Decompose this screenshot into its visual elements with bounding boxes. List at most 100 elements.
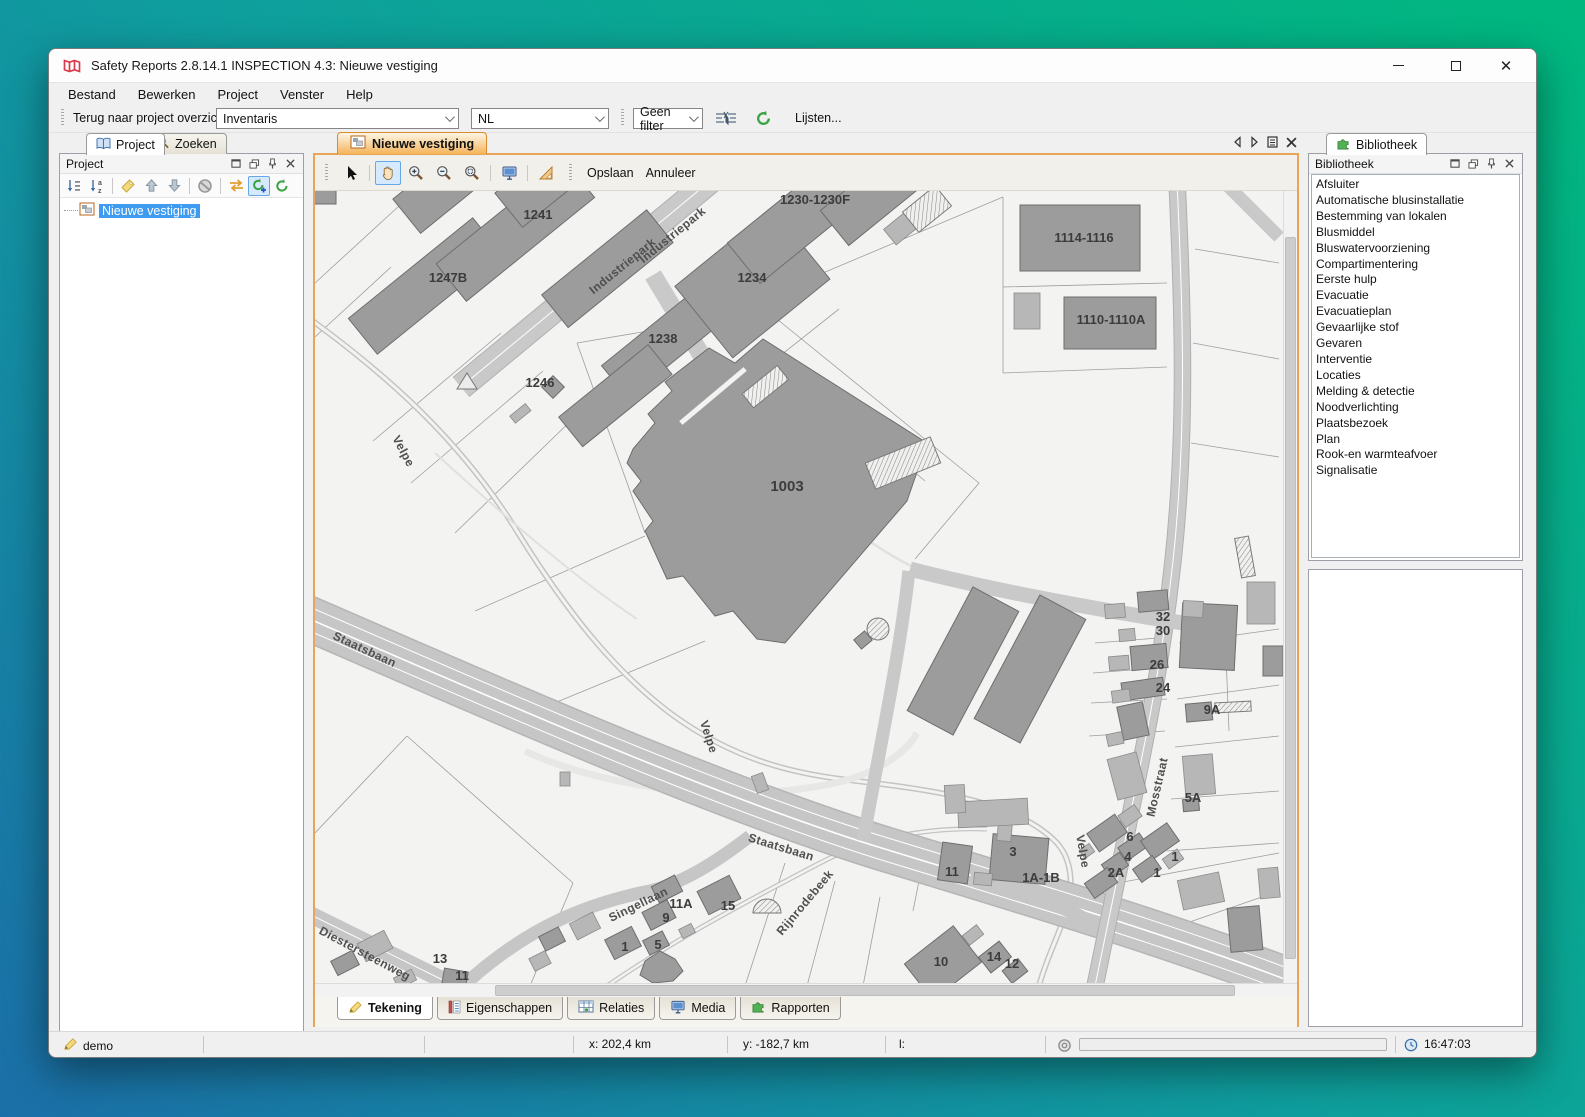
- library-item[interactable]: Signalisatie: [1316, 463, 1519, 479]
- library-item[interactable]: Locaties: [1316, 368, 1519, 384]
- prev-tab-icon[interactable]: [1233, 136, 1242, 148]
- tab-bibliotheek[interactable]: Bibliotheek: [1326, 133, 1427, 155]
- scrollbar-thumb[interactable]: [495, 985, 1235, 996]
- toolbar-grip[interactable]: [569, 164, 572, 182]
- separator: [112, 178, 113, 194]
- toolbar-grip[interactable]: [621, 109, 624, 127]
- library-item[interactable]: Afsluiter: [1316, 177, 1519, 193]
- filter-icon[interactable]: [715, 110, 737, 126]
- library-item[interactable]: Bluswatervoorziening: [1316, 241, 1519, 257]
- locate-icon[interactable]: [1057, 1038, 1072, 1056]
- close-tab-icon[interactable]: [1286, 137, 1297, 148]
- separator: [369, 165, 370, 181]
- move-up-icon[interactable]: [140, 176, 162, 196]
- tag-icon[interactable]: [117, 176, 139, 196]
- scrollbar-thumb[interactable]: [1285, 237, 1296, 959]
- panel-pin-icon[interactable]: [263, 156, 281, 172]
- refresh-add-icon[interactable]: [248, 176, 270, 196]
- language-select[interactable]: NL: [471, 108, 609, 129]
- vertical-scrollbar[interactable]: [1283, 191, 1297, 983]
- horizontal-scrollbar[interactable]: [315, 983, 1297, 997]
- menu-item-bewerken[interactable]: Bewerken: [127, 87, 207, 102]
- x-coordinate: x: 202,4 km: [589, 1037, 651, 1051]
- panel-title: Bibliotheek: [1315, 157, 1374, 171]
- separator: [189, 178, 190, 194]
- library-item[interactable]: Evacuatieplan: [1316, 304, 1519, 320]
- bottom-tab-relaties[interactable]: Relaties: [567, 997, 655, 1020]
- zoom-out-icon[interactable]: [431, 161, 457, 185]
- library-item[interactable]: Compartimentering: [1316, 257, 1519, 273]
- user-status: demo: [63, 1037, 113, 1054]
- separator: [490, 165, 491, 181]
- menu-item-venster[interactable]: Venster: [269, 87, 335, 102]
- block-icon[interactable]: [194, 176, 216, 196]
- app-window: Safety Reports 2.8.14.1 INSPECTION 4.3: …: [48, 48, 1537, 1058]
- swap-icon[interactable]: [225, 176, 247, 196]
- toolbar-grip[interactable]: [61, 109, 64, 127]
- library-item[interactable]: Gevaarlijke stof: [1316, 320, 1519, 336]
- set-square-icon[interactable]: [533, 161, 559, 185]
- minimize-button[interactable]: [1381, 49, 1415, 82]
- bottom-tab-label: Eigenschappen: [466, 1001, 552, 1015]
- save-button[interactable]: Opslaan: [582, 166, 639, 180]
- library-item[interactable]: Gevaren: [1316, 336, 1519, 352]
- refresh-icon[interactable]: [755, 110, 772, 127]
- bottom-tab-rapporten[interactable]: Rapporten: [740, 997, 840, 1020]
- panel-maximize-icon[interactable]: [227, 156, 245, 172]
- tab-list-icon[interactable]: [1267, 136, 1278, 148]
- panel-restore-icon[interactable]: [245, 156, 263, 172]
- map-canvas[interactable]: 12411247B1238123412461230-1230F1114-1116…: [315, 191, 1283, 983]
- menu-item-help[interactable]: Help: [335, 87, 384, 102]
- library-item[interactable]: Plaatsbezoek: [1316, 416, 1519, 432]
- bottom-tab-tekening[interactable]: Tekening: [337, 997, 433, 1020]
- building-label: 1238: [649, 331, 678, 346]
- project-panel-header: Project: [60, 154, 303, 174]
- sort-order-icon[interactable]: [63, 176, 85, 196]
- menu-item-project[interactable]: Project: [207, 87, 269, 102]
- lists-button[interactable]: Lijsten...: [791, 108, 846, 128]
- maximize-button[interactable]: [1439, 49, 1473, 82]
- toolbar-grip[interactable]: [325, 164, 328, 182]
- filter-select[interactable]: Geen filter: [633, 108, 703, 129]
- bottom-tab-eigenschappen[interactable]: Eigenschappen: [437, 997, 563, 1020]
- tab-project[interactable]: Project: [86, 133, 165, 155]
- building-label: 1: [621, 939, 628, 954]
- library-item[interactable]: Interventie: [1316, 352, 1519, 368]
- library-item[interactable]: Bestemming van lokalen: [1316, 209, 1519, 225]
- document-tab-nieuwe-vestiging[interactable]: Nieuwe vestiging: [337, 132, 487, 154]
- inventory-select[interactable]: Inventaris: [216, 108, 459, 129]
- project-panel: Project az Nieuwe vestiging: [59, 153, 304, 1033]
- menu-item-bestand[interactable]: Bestand: [57, 87, 127, 102]
- library-item[interactable]: Automatische blusinstallatie: [1316, 193, 1519, 209]
- panel-close-icon[interactable]: [1500, 156, 1518, 172]
- library-item[interactable]: Melding & detectie: [1316, 384, 1519, 400]
- refresh-icon[interactable]: [271, 176, 293, 196]
- tree-item-nieuwe-vestiging[interactable]: Nieuwe vestiging: [64, 202, 303, 219]
- panel-restore-icon[interactable]: [1464, 156, 1482, 172]
- hand-icon[interactable]: [375, 161, 401, 185]
- pointer-icon[interactable]: [338, 161, 364, 185]
- library-item[interactable]: Eerste hulp: [1316, 272, 1519, 288]
- bottom-tab-media[interactable]: Media: [659, 997, 736, 1020]
- library-item[interactable]: Noodverlichting: [1316, 400, 1519, 416]
- back-to-project-button[interactable]: Terug naar project overzicht: [69, 108, 231, 128]
- building-label: 1247B: [429, 270, 467, 285]
- panel-maximize-icon[interactable]: [1446, 156, 1464, 172]
- library-item[interactable]: Rook-en warmteafvoer: [1316, 447, 1519, 463]
- zoom-extent-icon[interactable]: [459, 161, 485, 185]
- next-tab-icon[interactable]: [1250, 136, 1259, 148]
- book-icon: [96, 137, 111, 153]
- sort-alpha-icon[interactable]: az: [86, 176, 108, 196]
- monitor-icon[interactable]: [496, 161, 522, 185]
- cancel-button[interactable]: Annuleer: [641, 166, 701, 180]
- close-button[interactable]: ✕: [1489, 49, 1523, 82]
- library-item[interactable]: Plan: [1316, 432, 1519, 448]
- zoom-in-icon[interactable]: [403, 161, 429, 185]
- library-item[interactable]: Blusmiddel: [1316, 225, 1519, 241]
- bottom-tab-label: Rapporten: [771, 1001, 829, 1015]
- move-down-icon[interactable]: [163, 176, 185, 196]
- panel-close-icon[interactable]: [281, 156, 299, 172]
- panel-pin-icon[interactable]: [1482, 156, 1500, 172]
- library-item[interactable]: Evacuatie: [1316, 288, 1519, 304]
- building-label: 14: [987, 949, 1002, 964]
